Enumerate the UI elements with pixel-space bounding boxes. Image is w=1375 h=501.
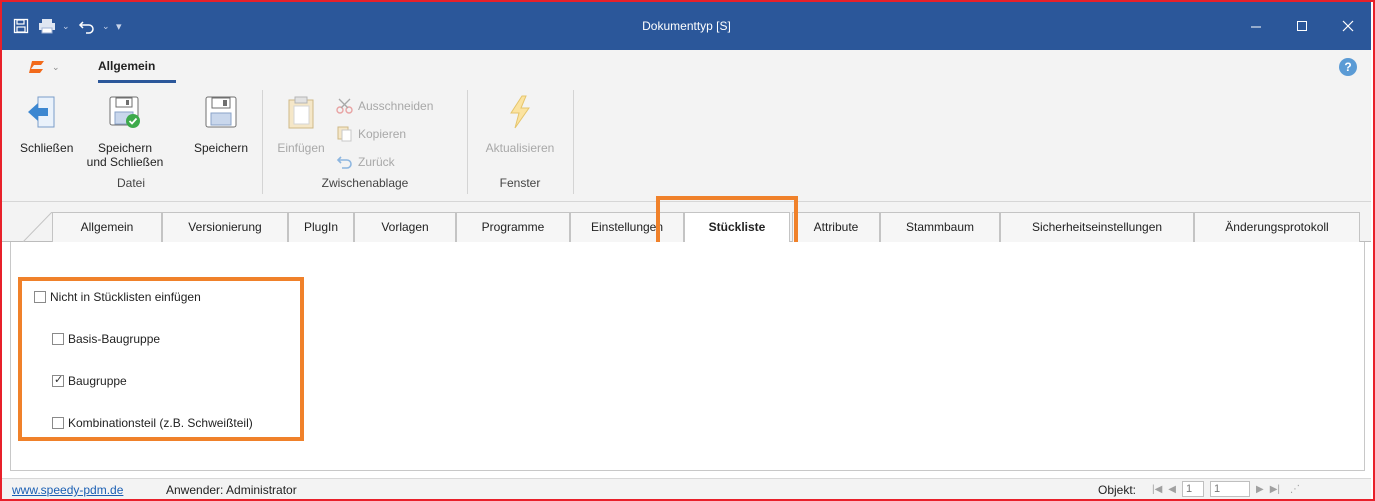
close-button[interactable]: [1325, 2, 1371, 50]
save-button[interactable]: Speichern: [186, 94, 256, 155]
quick-access-toolbar: ⌄ ⌄ ▾: [10, 14, 126, 38]
ribbon-tab-allgemein[interactable]: Allgemein: [98, 59, 155, 73]
tab-attribute[interactable]: Attribute: [792, 212, 880, 242]
ribbon-tab-row: ⌄ Allgemein ?: [2, 50, 1371, 86]
tab-plugin[interactable]: PlugIn: [288, 212, 354, 242]
group-separator: [573, 90, 574, 194]
group-label-clipboard: Zwischenablage: [321, 176, 409, 190]
help-icon[interactable]: ?: [1339, 58, 1357, 76]
group-clipboard: Einfügen Ausschneiden Kopieren Zurück Zw…: [264, 86, 466, 198]
save-close-button[interactable]: Speichern und Schließen: [82, 94, 168, 169]
group-datei: Schließen Speichern und Schließen Speich…: [2, 86, 260, 198]
window-controls: [1233, 2, 1371, 50]
first-record-icon[interactable]: |◀: [1152, 484, 1162, 495]
copy-icon: [337, 126, 352, 142]
group-separator: [262, 90, 263, 194]
save-close-label-2: und Schließen: [86, 155, 164, 169]
save-icon-large: [205, 96, 237, 128]
status-bar: www.speedy-pdm.de Anwender: Administrato…: [2, 478, 1371, 499]
paste-label: Einfügen: [277, 141, 325, 155]
app-menu-button[interactable]: ⌄: [28, 58, 60, 76]
scissors-icon: [336, 98, 353, 114]
refresh-label: Aktualisieren: [485, 141, 555, 155]
group-label-fenster: Fenster: [499, 176, 541, 190]
save-label: Speichern: [193, 141, 249, 155]
print-dropdown-icon[interactable]: ⌄: [62, 21, 72, 32]
maximize-button[interactable]: [1279, 2, 1325, 50]
copy-button[interactable]: Kopieren: [336, 123, 406, 145]
user-label: Anwender: Administrator: [166, 483, 297, 497]
print-icon[interactable]: [36, 15, 58, 37]
group-fenster: Aktualisieren Fenster: [468, 86, 572, 198]
minimize-button[interactable]: [1233, 2, 1279, 50]
website-link[interactable]: www.speedy-pdm.de: [12, 483, 123, 497]
ribbon-tab-underline: [98, 80, 176, 83]
paste-icon: [288, 96, 314, 129]
cut-label: Ausschneiden: [358, 99, 434, 113]
group-label-datei: Datei: [116, 176, 145, 190]
undo-label: Zurück: [358, 155, 395, 169]
title-bar: Dokumenttyp [S] ⌄ ⌄ ▾: [2, 2, 1371, 50]
customize-icon[interactable]: ▾: [116, 20, 126, 33]
prev-record-icon[interactable]: ◀: [1168, 484, 1176, 495]
tab-aenderungsprotokoll[interactable]: Änderungsprotokoll: [1194, 212, 1360, 242]
paste-button[interactable]: Einfügen: [270, 94, 332, 155]
tab-vorlagen[interactable]: Vorlagen: [354, 212, 456, 242]
tab-stammbaum[interactable]: Stammbaum: [880, 212, 1000, 242]
save-close-label-1: Speichern: [97, 141, 153, 155]
app-menu-chevron-icon: ⌄: [52, 61, 60, 72]
object-label: Objekt:: [1098, 483, 1137, 497]
close-doc-label: Schließen: [20, 141, 74, 155]
save-close-icon: [109, 96, 140, 128]
undo-icon[interactable]: [76, 15, 98, 37]
undo-arrow-icon: [336, 156, 352, 169]
page-field[interactable]: 1: [1182, 481, 1204, 497]
save-icon[interactable]: [10, 15, 32, 37]
next-record-icon[interactable]: ▶: [1256, 484, 1264, 495]
tab-programme[interactable]: Programme: [456, 212, 570, 242]
refresh-button[interactable]: Aktualisieren: [474, 94, 566, 155]
tab-sicherheitseinstellungen[interactable]: Sicherheitseinstellungen: [1000, 212, 1194, 242]
speedy-logo-icon: [29, 61, 44, 73]
cut-button[interactable]: Ausschneiden: [336, 95, 433, 117]
count-field: 1: [1210, 481, 1250, 497]
options-highlight: [18, 277, 304, 441]
last-record-icon[interactable]: ▶|: [1270, 484, 1280, 495]
tab-versionierung[interactable]: Versionierung: [162, 212, 288, 242]
ribbon: Schließen Speichern und Schließen Speich…: [2, 86, 1371, 202]
copy-label: Kopieren: [358, 127, 407, 141]
resize-grip-icon[interactable]: ⋰: [1290, 484, 1300, 495]
window-title: Dokumenttyp [S]: [642, 19, 731, 33]
lightning-icon: [510, 95, 530, 129]
undo-button[interactable]: Zurück: [336, 151, 395, 173]
record-navigator: |◀ ◀ 1 1 ▶ ▶| ⋰: [1152, 481, 1300, 497]
undo-dropdown-icon[interactable]: ⌄: [102, 21, 112, 32]
tab-allgemein[interactable]: Allgemein: [52, 212, 162, 242]
close-doc-button[interactable]: Schließen: [20, 94, 74, 155]
back-arrow-icon: [28, 96, 55, 128]
